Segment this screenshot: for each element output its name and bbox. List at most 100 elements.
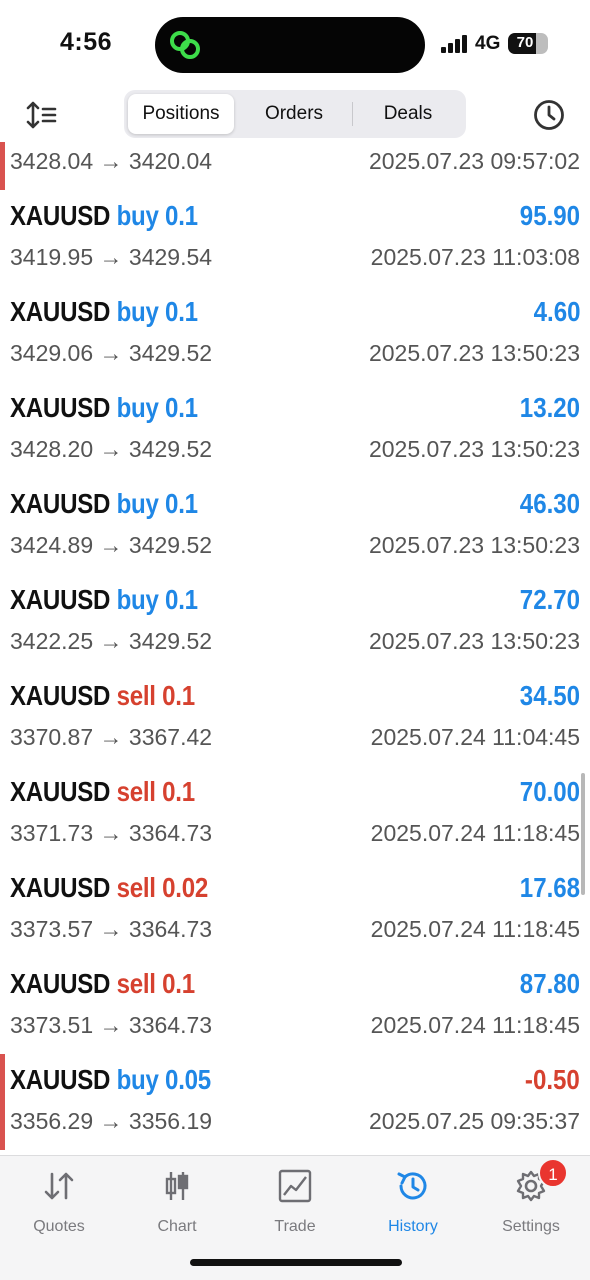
segment-divider [352,102,353,126]
trade-profit: 95.90 [519,200,580,231]
trade-row[interactable]: XAUUSD sell 0.02 17.68 3373.57 → 3364.73 20… [0,862,590,958]
trade-datetime: 2025.07.23 13:50:23 [368,340,580,366]
trade-symbol-line: XAUUSD buy 0.05 [10,1064,211,1096]
trade-symbol: XAUUSD [10,200,111,231]
status-bar: 4:56 4G 70 [0,0,590,90]
trade-row[interactable]: XAUUSD sell 0.1 34.50 3370.87 → 3367.42 202… [0,670,590,766]
trade-symbol: XAUUSD [10,392,111,423]
tab-deals[interactable]: Deals [354,94,462,134]
cellular-signal-icon [441,35,469,53]
trade-datetime: 2025.07.23 13:50:23 [368,532,580,558]
trade-row[interactable]: XAUUSD buy 0.1 4.60 3429.06 → 3429.52 2025.… [0,286,590,382]
trade-symbol: XAUUSD [10,1064,111,1095]
trade-prices: 3370.87 → 3367.42 [10,724,213,750]
trade-datetime: 2025.07.23 09:57:02 [368,148,580,174]
tab-history[interactable]: History [354,1166,472,1236]
trade-side: buy [116,1064,159,1095]
status-time: 4:56 [60,28,113,56]
trade-volume: 0.1 [165,584,198,615]
trade-prices: 3419.95 → 3429.54 [10,244,213,270]
tab-orders[interactable]: Orders [238,94,350,134]
tab-label: Trade [274,1218,316,1235]
trade-datetime: 2025.07.24 11:18:45 [370,916,580,942]
trade-datetime: 2025.07.24 11:18:45 [370,1012,580,1038]
trade-profit: 13.20 [519,392,580,423]
trade-volume: 0.1 [162,968,195,999]
trade-prices: 3373.57 → 3364.73 [10,916,213,942]
trade-prices: 3356.29 → 3356.19 [10,1108,213,1134]
trade-row[interactable]: XAUUSD buy 0.1 13.20 3428.20 → 3429.52 2025… [0,382,590,478]
trade-history-list[interactable]: 3428.04 → 3420.04 2025.07.23 09:57:02 XAUU… [0,130,590,1155]
loss-marker [0,1054,5,1150]
tab-trade[interactable]: Trade [236,1166,354,1236]
trade-prices: 3429.06 → 3429.52 [10,340,213,366]
trade-row[interactable]: XAUUSD buy 0.1 72.70 3422.25 → 3429.52 2025… [0,574,590,670]
trade-volume: 0.05 [165,1064,211,1095]
trade-volume: 0.1 [162,680,195,711]
trade-side: sell [116,680,156,711]
trade-prices: 3373.51 → 3364.73 [10,1012,213,1038]
trade-symbol: XAUUSD [10,584,111,615]
tab-settings[interactable]: Settings [472,1166,590,1236]
trade-symbol-line: XAUUSD buy 0.1 [10,584,198,616]
trade-row[interactable]: XAUUSD buy 0.05 -0.50 3356.29 → 3356.19 202… [0,1054,590,1150]
trade-symbol: XAUUSD [10,776,111,807]
trade-side: buy [116,296,159,327]
battery-icon: 70 [508,33,548,54]
trade-prices: 3424.89 → 3429.52 [10,532,213,558]
tab-quotes[interactable]: Quotes [0,1166,118,1236]
battery-percent: 70 [516,34,534,51]
trade-symbol-line: XAUUSD sell 0.1 [10,968,195,1000]
trade-datetime: 2025.07.23 13:50:23 [368,628,580,654]
trade-side: sell [116,776,156,807]
trade-prices: 3428.20 → 3429.52 [10,436,213,462]
trade-profit: 17.68 [519,872,580,903]
trade-row[interactable]: XAUUSD buy 0.1 46.30 3424.89 → 3429.52 2025… [0,478,590,574]
trade-volume: 0.1 [165,200,198,231]
trade-prices: 3428.04 → 3420.04 [10,148,213,174]
trade-symbol-line: XAUUSD buy 0.1 [10,488,198,520]
trade-row[interactable]: XAUUSD buy 0.1 95.90 3419.95 → 3429.54 2025… [0,190,590,286]
trade-symbol-line: XAUUSD buy 0.1 [10,296,198,328]
trade-symbol-line: XAUUSD sell 0.1 [10,776,195,808]
trade-datetime: 2025.07.23 11:03:08 [370,244,580,270]
trade-row[interactable]: XAUUSD sell 0.1 87.80 3373.51 → 3364.73 202… [0,958,590,1054]
network-type: 4G [475,33,501,54]
sort-icon[interactable] [26,100,58,130]
clock-icon[interactable] [532,98,566,132]
dynamic-island [155,17,425,73]
scrollbar[interactable] [581,773,585,895]
trade-profit: 34.50 [519,680,580,711]
trade-side: buy [116,200,159,231]
home-indicator[interactable] [190,1259,402,1266]
trade-symbol: XAUUSD [10,872,111,903]
trade-symbol-line: XAUUSD sell 0.02 [10,872,208,904]
candlestick-icon [165,1172,189,1200]
link-icon [170,31,200,59]
trade-profit: -0.50 [525,1064,580,1095]
trade-prices: 3371.73 → 3364.73 [10,820,213,846]
quotes-arrows-icon [44,1172,74,1200]
trade-profit: 46.30 [519,488,580,519]
tab-positions[interactable]: Positions [128,94,234,134]
settings-notification-badge: 1 [538,1158,568,1188]
trade-symbol-line: XAUUSD buy 0.1 [10,200,198,232]
trade-row[interactable]: XAUUSD sell 0.1 70.00 3371.73 → 3364.73 202… [0,766,590,862]
trade-symbol-line: XAUUSD buy 0.1 [10,392,198,424]
trade-volume: 0.1 [165,392,198,423]
trade-side: sell [116,968,156,999]
trade-symbol: XAUUSD [10,296,111,327]
tab-label: Settings [502,1218,560,1235]
trade-volume: 0.1 [162,776,195,807]
tab-label: History [388,1218,438,1235]
trade-profit: 70.00 [519,776,580,807]
trade-volume: 0.1 [165,488,198,519]
trade-datetime: 2025.07.24 11:04:45 [370,724,580,750]
trade-symbol: XAUUSD [10,680,111,711]
trade-side: buy [116,392,159,423]
trade-side: buy [116,584,159,615]
trade-profit: 87.80 [519,968,580,999]
tab-chart[interactable]: Chart [118,1166,236,1236]
tab-label: Chart [157,1218,197,1235]
tab-label: Quotes [33,1218,85,1235]
